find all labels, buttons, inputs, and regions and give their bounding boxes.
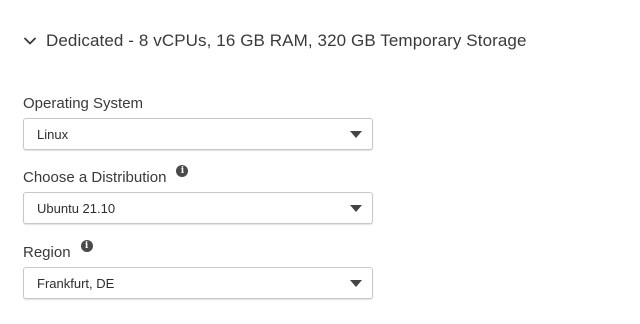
info-icon[interactable]: i (80, 240, 93, 252)
region-value: Frankfurt, DE (37, 275, 115, 291)
operating-system-field: Operating System Linux (23, 92, 373, 150)
distribution-value: Ubuntu 21.10 (37, 200, 116, 216)
section-toggle[interactable]: Dedicated - 8 vCPUs, 16 GB RAM, 320 GB T… (22, 28, 527, 54)
region-label-row: Region i (23, 240, 373, 263)
info-icon[interactable]: i (176, 165, 189, 177)
section-title: Dedicated - 8 vCPUs, 16 GB RAM, 320 GB T… (46, 31, 527, 50)
distribution-label: Choose a Distribution (23, 168, 167, 186)
distribution-label-row: Choose a Distribution i (23, 165, 373, 188)
region-field: Region i Frankfurt, DE (23, 240, 373, 299)
operating-system-label: Operating System (23, 94, 144, 112)
distribution-select[interactable]: Ubuntu 21.10 (23, 192, 373, 224)
distribution-field: Choose a Distribution i Ubuntu 21.10 (23, 165, 373, 224)
region-select[interactable]: Frankfurt, DE (23, 267, 373, 299)
caret-down-icon (350, 279, 362, 287)
operating-system-value: Linux (37, 126, 69, 142)
chevron-down-icon[interactable] (22, 33, 38, 49)
operating-system-label-row: Operating System (23, 92, 373, 114)
operating-system-select[interactable]: Linux (23, 118, 373, 150)
caret-down-icon (350, 204, 362, 212)
caret-down-icon (350, 130, 362, 138)
region-label: Region (23, 243, 71, 261)
